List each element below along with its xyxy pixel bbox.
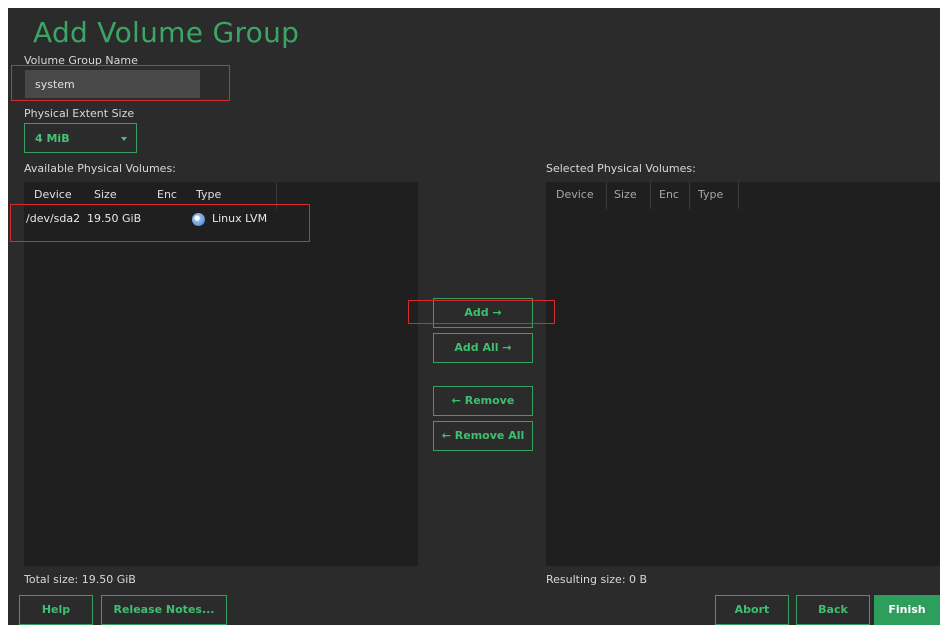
column-divider xyxy=(650,182,651,209)
remove-all-button-label: ← Remove All xyxy=(441,429,525,442)
help-button[interactable]: Help xyxy=(19,595,93,625)
cell-device: /dev/sda2 xyxy=(26,212,81,225)
selected-volumes-table[interactable]: Device Size Enc Type xyxy=(546,182,940,566)
physical-extent-size-label: Physical Extent Size xyxy=(24,107,135,120)
column-device[interactable]: Device xyxy=(556,188,594,201)
physical-extent-size-value: 4 MiB xyxy=(35,132,70,145)
column-size[interactable]: Size xyxy=(614,188,637,201)
available-volumes-label: Available Physical Volumes: xyxy=(24,162,176,175)
remove-button-label: ← Remove xyxy=(451,394,515,407)
column-enc[interactable]: Enc xyxy=(157,188,177,201)
column-device[interactable]: Device xyxy=(34,188,72,201)
add-all-button-label: Add All → xyxy=(454,341,512,354)
finish-button[interactable]: Finish xyxy=(874,595,940,625)
available-volumes-table[interactable]: Device Size Enc Type /dev/sda2 19.50 GiB… xyxy=(24,182,418,566)
help-button-label: Help xyxy=(41,603,71,616)
selected-volumes-label: Selected Physical Volumes: xyxy=(546,162,696,175)
back-button-label: Back xyxy=(818,603,848,616)
remove-all-button[interactable]: ← Remove All xyxy=(433,421,533,451)
total-size-label: Total size: 19.50 GiB xyxy=(24,573,136,586)
remove-button[interactable]: ← Remove xyxy=(433,386,533,416)
column-type[interactable]: Type xyxy=(196,188,221,201)
resulting-size-label: Resulting size: 0 B xyxy=(546,573,648,586)
abort-button[interactable]: Abort xyxy=(715,595,789,625)
column-divider xyxy=(738,182,739,209)
release-notes-button[interactable]: Release Notes... xyxy=(101,595,227,625)
column-size[interactable]: Size xyxy=(94,188,117,201)
abort-button-label: Abort xyxy=(734,603,770,616)
cell-type: Linux LVM xyxy=(212,212,268,225)
disk-icon xyxy=(192,213,205,226)
column-type[interactable]: Type xyxy=(698,188,723,201)
release-notes-button-label: Release Notes... xyxy=(113,603,215,616)
add-button[interactable]: Add → xyxy=(433,298,533,328)
back-button[interactable]: Back xyxy=(796,595,870,625)
finish-button-label: Finish xyxy=(888,603,926,616)
chevron-down-icon xyxy=(121,137,127,141)
cell-size: 19.50 GiB xyxy=(87,212,142,225)
add-all-button[interactable]: Add All → xyxy=(433,333,533,363)
column-divider xyxy=(689,182,690,209)
physical-extent-size-select[interactable]: 4 MiB xyxy=(24,123,137,153)
page-title: Add Volume Group xyxy=(33,16,300,49)
volume-group-name-label: Volume Group Name xyxy=(24,54,138,67)
installer-screen: Add Volume Group Volume Group Name Physi… xyxy=(8,8,940,625)
column-enc[interactable]: Enc xyxy=(659,188,679,201)
add-button-label: Add → xyxy=(464,306,502,319)
table-row[interactable]: /dev/sda2 19.50 GiB Linux LVM xyxy=(24,209,418,229)
volume-group-name-input[interactable] xyxy=(25,70,200,98)
column-divider xyxy=(606,182,607,209)
column-divider xyxy=(276,182,277,209)
